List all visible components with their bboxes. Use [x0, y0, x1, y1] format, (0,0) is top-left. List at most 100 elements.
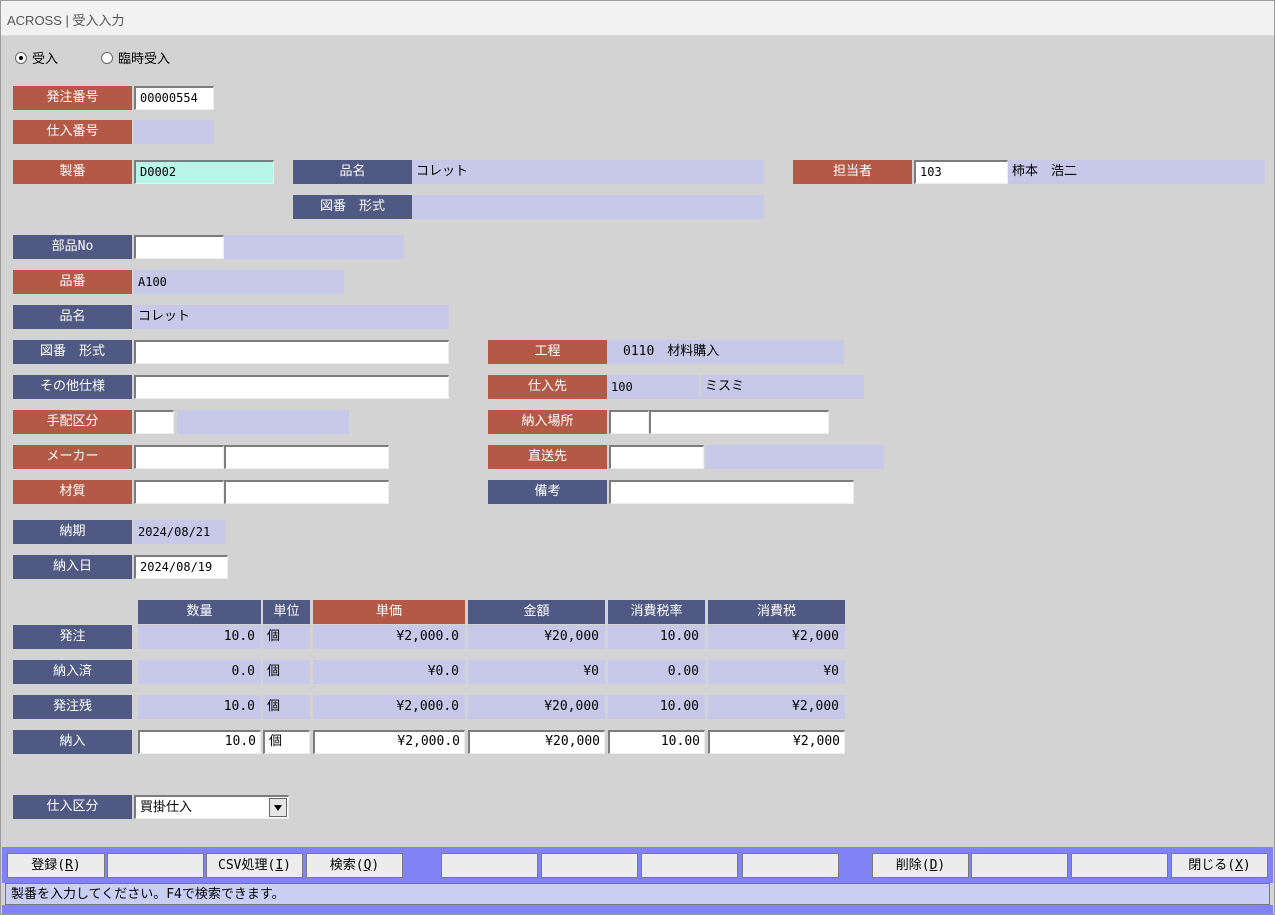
radio-receive[interactable]: 受入: [15, 48, 58, 67]
close-label: 閉じる(: [1188, 858, 1236, 873]
part-no-desc: [224, 235, 404, 259]
col-header-price: 単価: [313, 600, 465, 624]
f7-button[interactable]: [641, 853, 738, 878]
seiban-field[interactable]: D0002: [134, 160, 274, 184]
direct-ship-code-field[interactable]: [609, 445, 704, 469]
row-label-receive: 納入: [13, 730, 132, 754]
table-cell: 10.00: [608, 625, 705, 649]
maker-label: メーカー: [13, 445, 132, 469]
delivery-date-field[interactable]: 2024/08/19: [134, 555, 228, 579]
item-name-value: コレット: [134, 305, 449, 329]
table-cell: ¥2,000.0: [313, 625, 465, 649]
order-no-label: 発注番号: [13, 86, 132, 110]
receive-amount-field[interactable]: ¥20,000: [468, 730, 605, 754]
receive-tax-field[interactable]: ¥2,000: [708, 730, 845, 754]
remarks-field[interactable]: [609, 480, 854, 504]
delete-suffix: ): [937, 858, 946, 873]
purchase-type-select[interactable]: 買掛仕入: [134, 795, 289, 819]
table-cell: 0.0: [138, 660, 261, 684]
f10-button[interactable]: [971, 853, 1068, 878]
other-spec-label: その他仕様: [13, 375, 132, 399]
direct-ship-name-value: [706, 445, 884, 469]
receive-qty-field[interactable]: 10.0: [138, 730, 261, 754]
receive-price-field[interactable]: ¥2,000.0: [313, 730, 465, 754]
table-cell: ¥0: [708, 660, 845, 684]
delivery-date-label: 納入日: [13, 555, 132, 579]
table-cell: ¥2,000.0: [313, 695, 465, 719]
receive-unit-field[interactable]: 個: [263, 730, 310, 754]
close-button[interactable]: 閉じる(X): [1171, 853, 1268, 878]
order-no-field[interactable]: 00000554: [134, 86, 214, 110]
drawing-label: 図番 形式: [293, 195, 412, 219]
seiban-label: 製番: [13, 160, 132, 184]
arrange-code-field[interactable]: [134, 410, 174, 434]
product-name-value: コレット: [412, 160, 764, 184]
col-header-qty: 数量: [138, 600, 261, 624]
row-label-delivered: 納入済: [13, 660, 132, 684]
row-label-remaining: 発注残: [13, 695, 132, 719]
table-cell: ¥20,000: [468, 695, 605, 719]
receive-tax-rate-field[interactable]: 10.00: [608, 730, 705, 754]
supplier-name-value: ミスミ: [701, 375, 864, 399]
window-title: ACROSS | 受入入力: [7, 13, 125, 28]
process-value: 0110 材料購入: [607, 340, 844, 364]
close-key: X: [1235, 858, 1243, 873]
radio-unchecked-icon: [101, 52, 113, 64]
other-spec-field[interactable]: [134, 375, 449, 399]
arrange-name-value: [177, 410, 349, 434]
col-header-tax: 消費税: [708, 600, 845, 624]
item-no-label: 品番: [13, 270, 132, 294]
staff-code-field[interactable]: 103: [914, 160, 1008, 184]
table-cell: 10.0: [138, 695, 261, 719]
maker-name-field[interactable]: [224, 445, 389, 469]
radio-temporary-label: 臨時受入: [118, 52, 171, 67]
register-key: R: [65, 858, 73, 873]
delete-button[interactable]: 削除(D): [872, 853, 969, 878]
item-name-label: 品名: [13, 305, 132, 329]
drawing-value: [412, 195, 764, 219]
chevron-down-icon[interactable]: [269, 798, 287, 817]
purchase-no-value: [134, 120, 214, 144]
close-suffix: ): [1242, 858, 1251, 873]
material-name-field[interactable]: [224, 480, 389, 504]
staff-name-value: 柿本 浩二: [1008, 160, 1265, 184]
table-cell: ¥2,000: [708, 695, 845, 719]
delivery-place-label: 納入場所: [488, 410, 607, 434]
table-cell: 個: [263, 625, 310, 649]
table-cell: ¥20,000: [468, 625, 605, 649]
supplier-label: 仕入先: [488, 375, 607, 399]
table-cell: 個: [263, 660, 310, 684]
app-window: ACROSS | 受入入力 受入 臨時受入 発注番号 00000554 仕入番号…: [0, 0, 1275, 915]
function-key-bar: 登録(R) CSV処理(I) 検索(Q) 削除(D) 閉じる(X): [2, 847, 1273, 883]
delivery-place-code-field[interactable]: [609, 410, 649, 434]
purchase-type-value: 買掛仕入: [140, 800, 193, 815]
radio-temporary-receive[interactable]: 臨時受入: [101, 48, 170, 67]
maker-code-field[interactable]: [134, 445, 224, 469]
f11-button[interactable]: [1071, 853, 1168, 878]
item-no-value: A100: [134, 270, 344, 294]
part-drawing-field[interactable]: [134, 340, 449, 364]
f2-button[interactable]: [107, 853, 204, 878]
f6-button[interactable]: [541, 853, 638, 878]
delete-label: 削除(: [895, 858, 930, 873]
process-label: 工程: [488, 340, 607, 364]
arrange-label: 手配区分: [13, 410, 132, 434]
table-cell: ¥0: [468, 660, 605, 684]
register-button[interactable]: 登録(R): [7, 853, 105, 878]
delivery-place-name-field[interactable]: [649, 410, 829, 434]
purchase-no-label: 仕入番号: [13, 120, 132, 144]
remarks-label: 備考: [488, 480, 607, 504]
f8-button[interactable]: [742, 853, 839, 878]
csv-key: I: [275, 858, 284, 873]
csv-label: CSV処理(: [218, 858, 276, 873]
row-label-order: 発注: [13, 625, 132, 649]
purchase-type-label: 仕入区分: [13, 795, 132, 819]
table-cell: 0.00: [608, 660, 705, 684]
f5-button[interactable]: [441, 853, 538, 878]
part-no-field[interactable]: [134, 235, 224, 259]
search-button[interactable]: 検索(Q): [306, 853, 403, 878]
material-code-field[interactable]: [134, 480, 224, 504]
register-label: 登録(: [31, 858, 66, 873]
csv-button[interactable]: CSV処理(I): [206, 853, 303, 878]
col-header-unit: 単位: [263, 600, 310, 624]
